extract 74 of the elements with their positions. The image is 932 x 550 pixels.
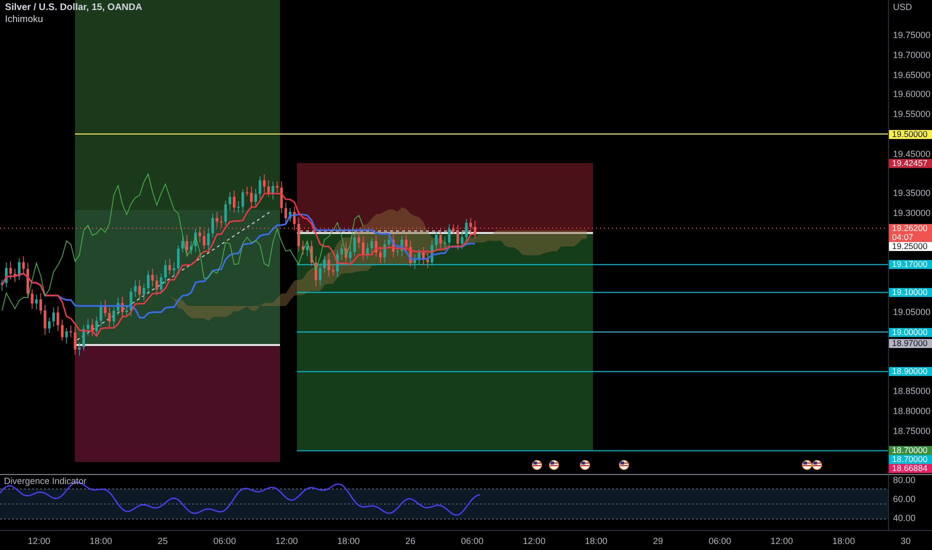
time-tick: 06:00 — [461, 536, 484, 546]
flag-icon[interactable] — [549, 460, 559, 470]
price-tick: 18.80000 — [893, 406, 931, 416]
candlestick — [302, 240, 304, 256]
price-tick: 19.70000 — [893, 50, 931, 60]
candlestick — [151, 268, 154, 287]
price-label: 19.26200 04:07 — [889, 224, 932, 242]
symbol-title: Silver / U.S. Dollar, 15, OANDA — [5, 2, 142, 13]
time-tick: 12:00 — [28, 536, 50, 546]
price-tick: 19.45000 — [893, 148, 931, 159]
candlestick — [237, 200, 240, 214]
time-tick: 12:00 — [275, 536, 298, 546]
currency-label: USD — [893, 2, 912, 12]
candlestick — [44, 304, 46, 336]
candlestick — [216, 212, 218, 228]
time-tick: 18:00 — [832, 536, 855, 546]
candlestick — [108, 306, 111, 328]
candlestick — [409, 240, 412, 268]
candlestick — [65, 328, 68, 344]
price-label: 18.97000 — [889, 339, 932, 348]
candlestick — [194, 228, 197, 252]
candlestick — [323, 255, 326, 274]
candlestick — [86, 318, 90, 336]
candlestick — [452, 224, 455, 235]
flag-icon[interactable] — [532, 460, 542, 470]
price-tick: 19.65000 — [893, 70, 931, 80]
price-label: 19.50000 — [889, 130, 932, 138]
candlestick — [280, 181, 283, 214]
time-tick: 18:00 — [337, 536, 360, 546]
price-tick: 18.85000 — [893, 386, 931, 396]
time-tick: 18:00 — [584, 536, 608, 546]
candlestick — [344, 242, 348, 263]
price-label: 18.70000 — [889, 446, 932, 456]
time-tick: 30 — [900, 536, 911, 546]
price-tick: 19.75000 — [893, 30, 931, 40]
candlestick — [430, 240, 434, 266]
candlestick — [258, 176, 262, 200]
indicator-tick: 60.00 — [893, 494, 916, 504]
price-label: 18.90000 — [889, 367, 932, 376]
price-tick: 19.35000 — [893, 188, 931, 198]
price-label: 18.70000 — [889, 455, 932, 464]
time-tick: 12:00 — [770, 536, 794, 546]
time-tick: 26 — [405, 536, 416, 546]
candlestick — [22, 256, 25, 276]
price-tick: 18.75000 — [893, 426, 931, 436]
candlestick — [130, 288, 132, 317]
flag-icon[interactable] — [619, 460, 629, 470]
price-tick: 19.30000 — [893, 208, 931, 218]
time-tick: 06:00 — [708, 536, 732, 546]
time-tick: 25 — [158, 536, 168, 546]
indicator-title: Divergence Indicator — [4, 476, 87, 487]
indicator-name: Ichimoku — [5, 14, 44, 25]
time-tick: 29 — [653, 536, 663, 546]
flag-icon[interactable] — [802, 460, 812, 470]
price-label: 19.10000 — [889, 288, 932, 297]
price-tick: 19.60000 — [893, 89, 931, 100]
price-tick: 19.55000 — [893, 109, 931, 120]
price-label: 19.17000 — [889, 260, 932, 270]
price-label: 19.00000 — [889, 328, 932, 336]
time-tick: 18:00 — [90, 536, 112, 546]
candlestick — [474, 220, 476, 239]
candlestick — [388, 235, 390, 249]
candlestick — [172, 262, 176, 276]
price-label: 18.66884 — [889, 464, 932, 474]
price-label: 19.42457 — [889, 159, 932, 168]
candlestick — [0, 279, 4, 292]
indicator-tick: 40.00 — [893, 513, 916, 523]
indicator-tick: 80.00 — [893, 475, 916, 485]
flag-icon[interactable] — [580, 460, 590, 470]
price-tick: 19.05000 — [893, 307, 931, 318]
candlestick — [366, 242, 369, 260]
time-tick: 12:00 — [522, 536, 546, 546]
time-tick: 06:00 — [213, 536, 236, 546]
flag-icon[interactable] — [812, 460, 822, 470]
